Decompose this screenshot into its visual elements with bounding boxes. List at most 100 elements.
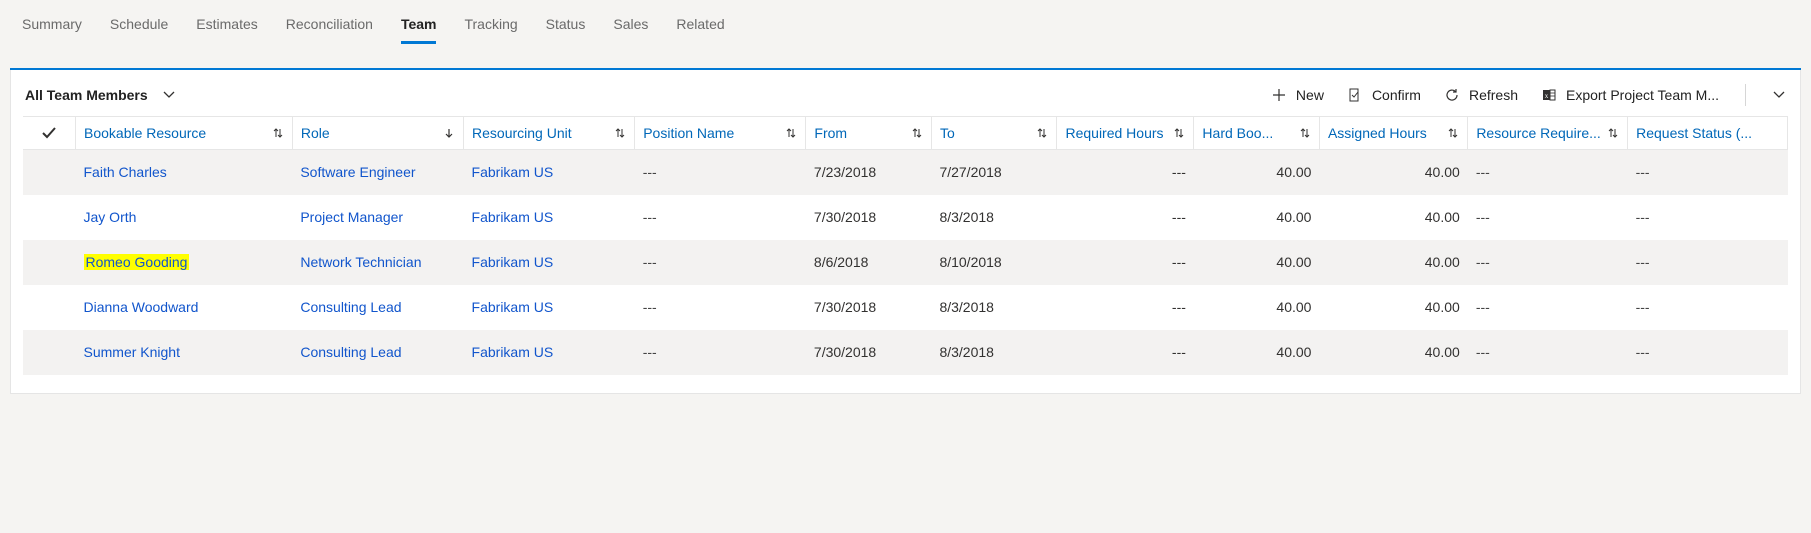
tab-status[interactable]: Status: [546, 12, 586, 44]
column-header[interactable]: Position Name: [635, 117, 806, 150]
cell-resource[interactable]: Dianna Woodward: [76, 285, 293, 330]
cell-hard: 40.00: [1194, 150, 1320, 195]
sort-icon: [1299, 127, 1311, 139]
cell-resource[interactable]: Faith Charles: [76, 150, 293, 195]
cell-role[interactable]: Consulting Lead: [292, 330, 463, 375]
table-row[interactable]: Romeo GoodingNetwork TechnicianFabrikam …: [23, 240, 1788, 285]
select-all-header[interactable]: [23, 117, 76, 150]
new-label: New: [1296, 87, 1324, 103]
sort-icon: [911, 127, 923, 139]
cell-role[interactable]: Software Engineer: [292, 150, 463, 195]
column-header[interactable]: Assigned Hours: [1319, 117, 1467, 150]
tab-estimates[interactable]: Estimates: [196, 12, 257, 44]
cell-reqres: ---: [1468, 330, 1628, 375]
column-header[interactable]: Role: [292, 117, 463, 150]
confirm-label: Confirm: [1372, 87, 1421, 103]
column-header[interactable]: Bookable Resource: [76, 117, 293, 150]
column-label: Required Hours: [1065, 125, 1163, 141]
column-header[interactable]: From: [806, 117, 932, 150]
row-select[interactable]: [23, 285, 76, 330]
sort-icon: [1607, 127, 1619, 139]
column-header[interactable]: To: [931, 117, 1057, 150]
row-select[interactable]: [23, 195, 76, 240]
team-grid: Bookable Resource Role Resourcing Unit Posi…: [23, 116, 1788, 375]
document-check-icon: [1348, 88, 1362, 102]
check-icon: [31, 125, 67, 141]
cell-required: ---: [1057, 240, 1194, 285]
tab-schedule[interactable]: Schedule: [110, 12, 168, 44]
tab-summary[interactable]: Summary: [22, 12, 82, 44]
column-label: Resourcing Unit: [472, 125, 572, 141]
cell-assigned: 40.00: [1319, 330, 1467, 375]
column-header[interactable]: Resourcing Unit: [464, 117, 635, 150]
view-header: All Team Members New: [11, 70, 1800, 116]
cell-status: ---: [1628, 330, 1788, 375]
header-row: Bookable Resource Role Resourcing Unit Posi…: [23, 117, 1788, 150]
cell-to: 8/3/2018: [931, 330, 1057, 375]
tab-reconciliation[interactable]: Reconciliation: [286, 12, 373, 44]
confirm-button[interactable]: Confirm: [1348, 87, 1421, 103]
sort-icon: [1173, 127, 1185, 139]
cell-from: 7/30/2018: [806, 330, 932, 375]
cell-position: ---: [635, 285, 806, 330]
cell-to: 8/3/2018: [931, 195, 1057, 240]
cell-required: ---: [1057, 195, 1194, 240]
refresh-label: Refresh: [1469, 87, 1518, 103]
new-button[interactable]: New: [1272, 87, 1324, 103]
grid-panel: All Team Members New: [10, 68, 1801, 394]
cell-position: ---: [635, 150, 806, 195]
column-label: Position Name: [643, 125, 734, 141]
cell-status: ---: [1628, 285, 1788, 330]
column-header[interactable]: Request Status (...: [1628, 117, 1788, 150]
column-label: Hard Boo...: [1202, 125, 1273, 141]
view-selector[interactable]: All Team Members: [25, 87, 176, 103]
cell-unit[interactable]: Fabrikam US: [464, 195, 635, 240]
table-row[interactable]: Faith CharlesSoftware EngineerFabrikam U…: [23, 150, 1788, 195]
cell-role[interactable]: Network Technician: [292, 240, 463, 285]
cell-status: ---: [1628, 240, 1788, 285]
cell-role[interactable]: Project Manager: [292, 195, 463, 240]
row-select[interactable]: [23, 240, 76, 285]
row-select[interactable]: [23, 330, 76, 375]
cell-required: ---: [1057, 285, 1194, 330]
column-header[interactable]: Hard Boo...: [1194, 117, 1320, 150]
column-header[interactable]: Resource Require...: [1468, 117, 1628, 150]
cell-position: ---: [635, 240, 806, 285]
column-label: Bookable Resource: [84, 125, 206, 141]
cell-hard: 40.00: [1194, 285, 1320, 330]
overflow-button[interactable]: [1772, 88, 1786, 102]
row-select[interactable]: [23, 150, 76, 195]
cell-hard: 40.00: [1194, 195, 1320, 240]
column-header[interactable]: Required Hours: [1057, 117, 1194, 150]
view-title-text: All Team Members: [25, 87, 148, 103]
command-separator: [1745, 84, 1746, 106]
column-label: Resource Require...: [1476, 125, 1601, 141]
cell-assigned: 40.00: [1319, 240, 1467, 285]
cell-resource[interactable]: Romeo Gooding: [76, 240, 293, 285]
tab-related[interactable]: Related: [676, 12, 724, 44]
cell-unit[interactable]: Fabrikam US: [464, 285, 635, 330]
tab-tracking[interactable]: Tracking: [464, 12, 517, 44]
export-button[interactable]: x Export Project Team M...: [1542, 87, 1719, 103]
cell-reqres: ---: [1468, 240, 1628, 285]
cell-unit[interactable]: Fabrikam US: [464, 150, 635, 195]
table-row[interactable]: Jay OrthProject ManagerFabrikam US---7/3…: [23, 195, 1788, 240]
cell-unit[interactable]: Fabrikam US: [464, 330, 635, 375]
table-row[interactable]: Summer KnightConsulting LeadFabrikam US -…: [23, 330, 1788, 375]
cell-required: ---: [1057, 330, 1194, 375]
command-bar: New Confirm Refresh: [1272, 84, 1786, 106]
cell-role[interactable]: Consulting Lead: [292, 285, 463, 330]
cell-resource[interactable]: Summer Knight: [76, 330, 293, 375]
tab-team[interactable]: Team: [401, 12, 437, 44]
cell-status: ---: [1628, 195, 1788, 240]
column-label: To: [940, 125, 955, 141]
svg-text:x: x: [1545, 92, 1549, 100]
tab-sales[interactable]: Sales: [613, 12, 648, 44]
cell-resource[interactable]: Jay Orth: [76, 195, 293, 240]
table-row[interactable]: Dianna WoodwardConsulting LeadFabrikam U…: [23, 285, 1788, 330]
cell-reqres: ---: [1468, 150, 1628, 195]
cell-unit[interactable]: Fabrikam US: [464, 240, 635, 285]
refresh-button[interactable]: Refresh: [1445, 87, 1518, 103]
cell-to: 8/10/2018: [931, 240, 1057, 285]
cell-to: 7/27/2018: [931, 150, 1057, 195]
